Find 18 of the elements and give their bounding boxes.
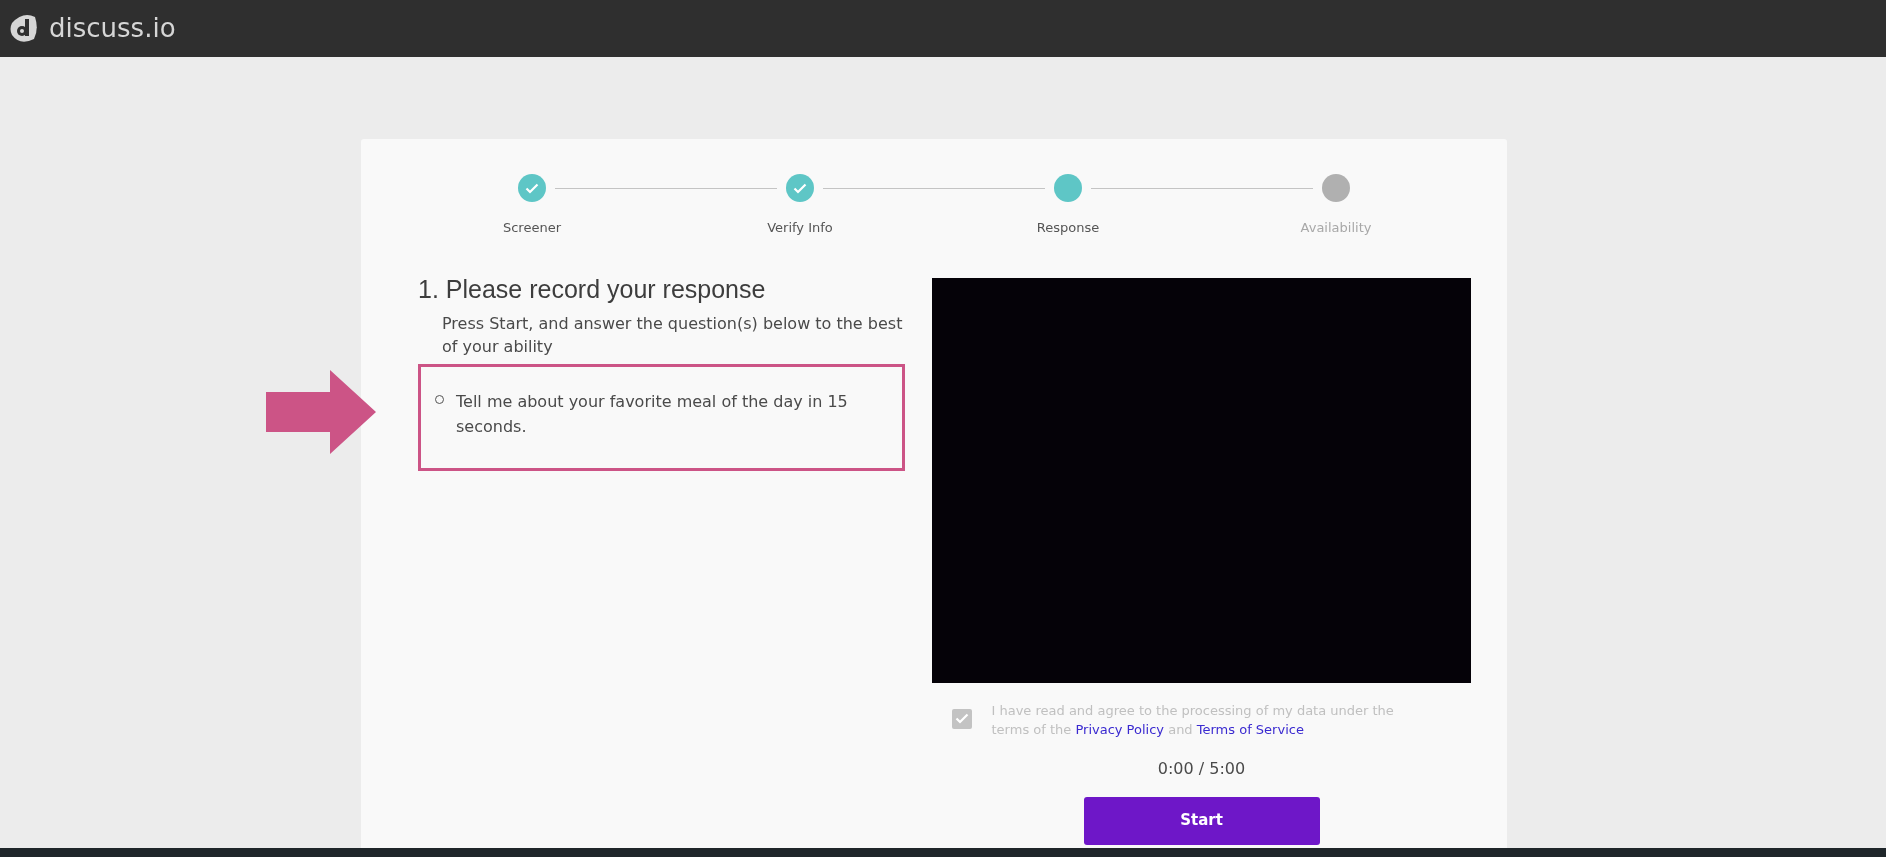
check-icon bbox=[793, 182, 807, 194]
timer-text: 0:00 / 5:00 bbox=[1157, 757, 1246, 780]
policy-link[interactable]: Privacy Policy bbox=[1075, 721, 1165, 737]
step-label: Availability bbox=[1300, 219, 1372, 237]
question-heading: 1. Please record your response bbox=[418, 273, 767, 304]
question-text: Tell me about your favorite meal of the day in 15 seconds. bbox=[456, 390, 849, 438]
check-icon bbox=[954, 713, 969, 724]
brand-name[interactable]: discuss.io bbox=[49, 9, 176, 48]
consent-text: I have read and agree to the processing of my data under the terms of the Privacy Policy and Terms of Service bbox=[991, 701, 1395, 739]
logo-icon bbox=[8, 13, 39, 44]
step-label: Screener bbox=[502, 219, 561, 237]
start-button[interactable]: Start bbox=[1083, 796, 1320, 845]
instructions-text: Press Start, and answer the question(s) below to the best of your ability bbox=[442, 312, 904, 358]
consent-checkbox[interactable] bbox=[951, 708, 972, 729]
step-label: Response bbox=[1036, 219, 1100, 237]
step-label: Verify Info bbox=[767, 219, 833, 237]
check-icon bbox=[525, 182, 539, 194]
policy-link[interactable]: Terms of Service bbox=[1196, 721, 1304, 737]
